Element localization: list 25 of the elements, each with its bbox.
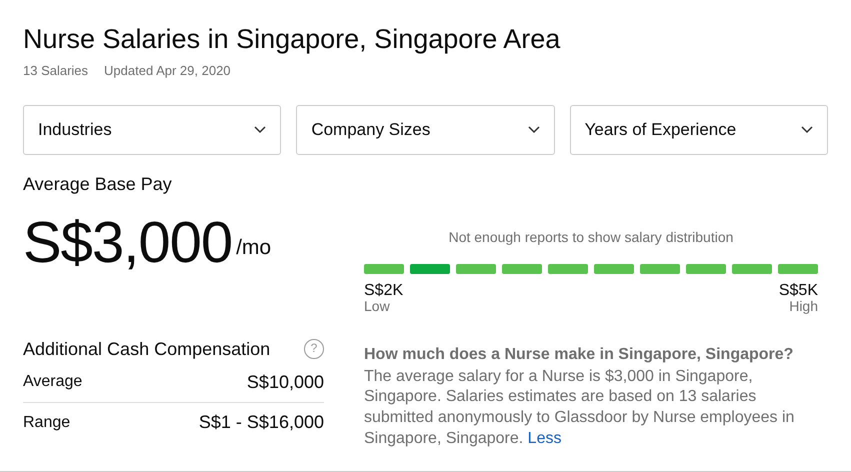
- high-label: High: [788, 299, 818, 315]
- pay-label: Average Base Pay: [23, 172, 173, 196]
- salary-count: 13 Salaries: [23, 62, 88, 80]
- filter-dropdown[interactable]: Industries: [23, 104, 282, 155]
- low-label: Low: [364, 299, 391, 315]
- cash-title: Additional Cash Compensation: [23, 338, 270, 361]
- faq-question: How much does a Nurse make in Singapore, Singapore?: [364, 344, 794, 365]
- filter-dropdown[interactable]: Company Sizes: [296, 104, 555, 155]
- row-value: S$10,000: [246, 370, 324, 394]
- faq-answer: The average salary for a Nurse is $3,000 in Singapore, Singapore. Salaries estimates are based on 13 salaries submitted anonymously to Glassdoor by Nurse employees in Singapore, Singapore. Less: [364, 366, 796, 449]
- updated-date: Updated Apr 29, 2020: [104, 62, 231, 80]
- pay-unit: /mo: [236, 235, 272, 262]
- low-value: S$2K: [364, 282, 404, 300]
- filter-dropdown[interactable]: Years of Experience: [570, 104, 828, 155]
- chevron-down-icon: [254, 126, 266, 134]
- less-link[interactable]: Less: [528, 430, 562, 447]
- distribution-note: Not enough reports to show salary distribution: [448, 228, 734, 247]
- high-value: S$5K: [778, 282, 818, 300]
- row-label: Range: [23, 412, 70, 433]
- chevron-down-icon: [528, 126, 540, 134]
- pay-amount: S$3,000: [23, 214, 232, 272]
- chevron-down-icon: [800, 126, 813, 134]
- row-value: S$1 - S$16,000: [198, 411, 324, 434]
- row-label: Average: [23, 372, 82, 392]
- page-title: Nurse Salaries in Singapore, Singapore Area: [23, 23, 562, 56]
